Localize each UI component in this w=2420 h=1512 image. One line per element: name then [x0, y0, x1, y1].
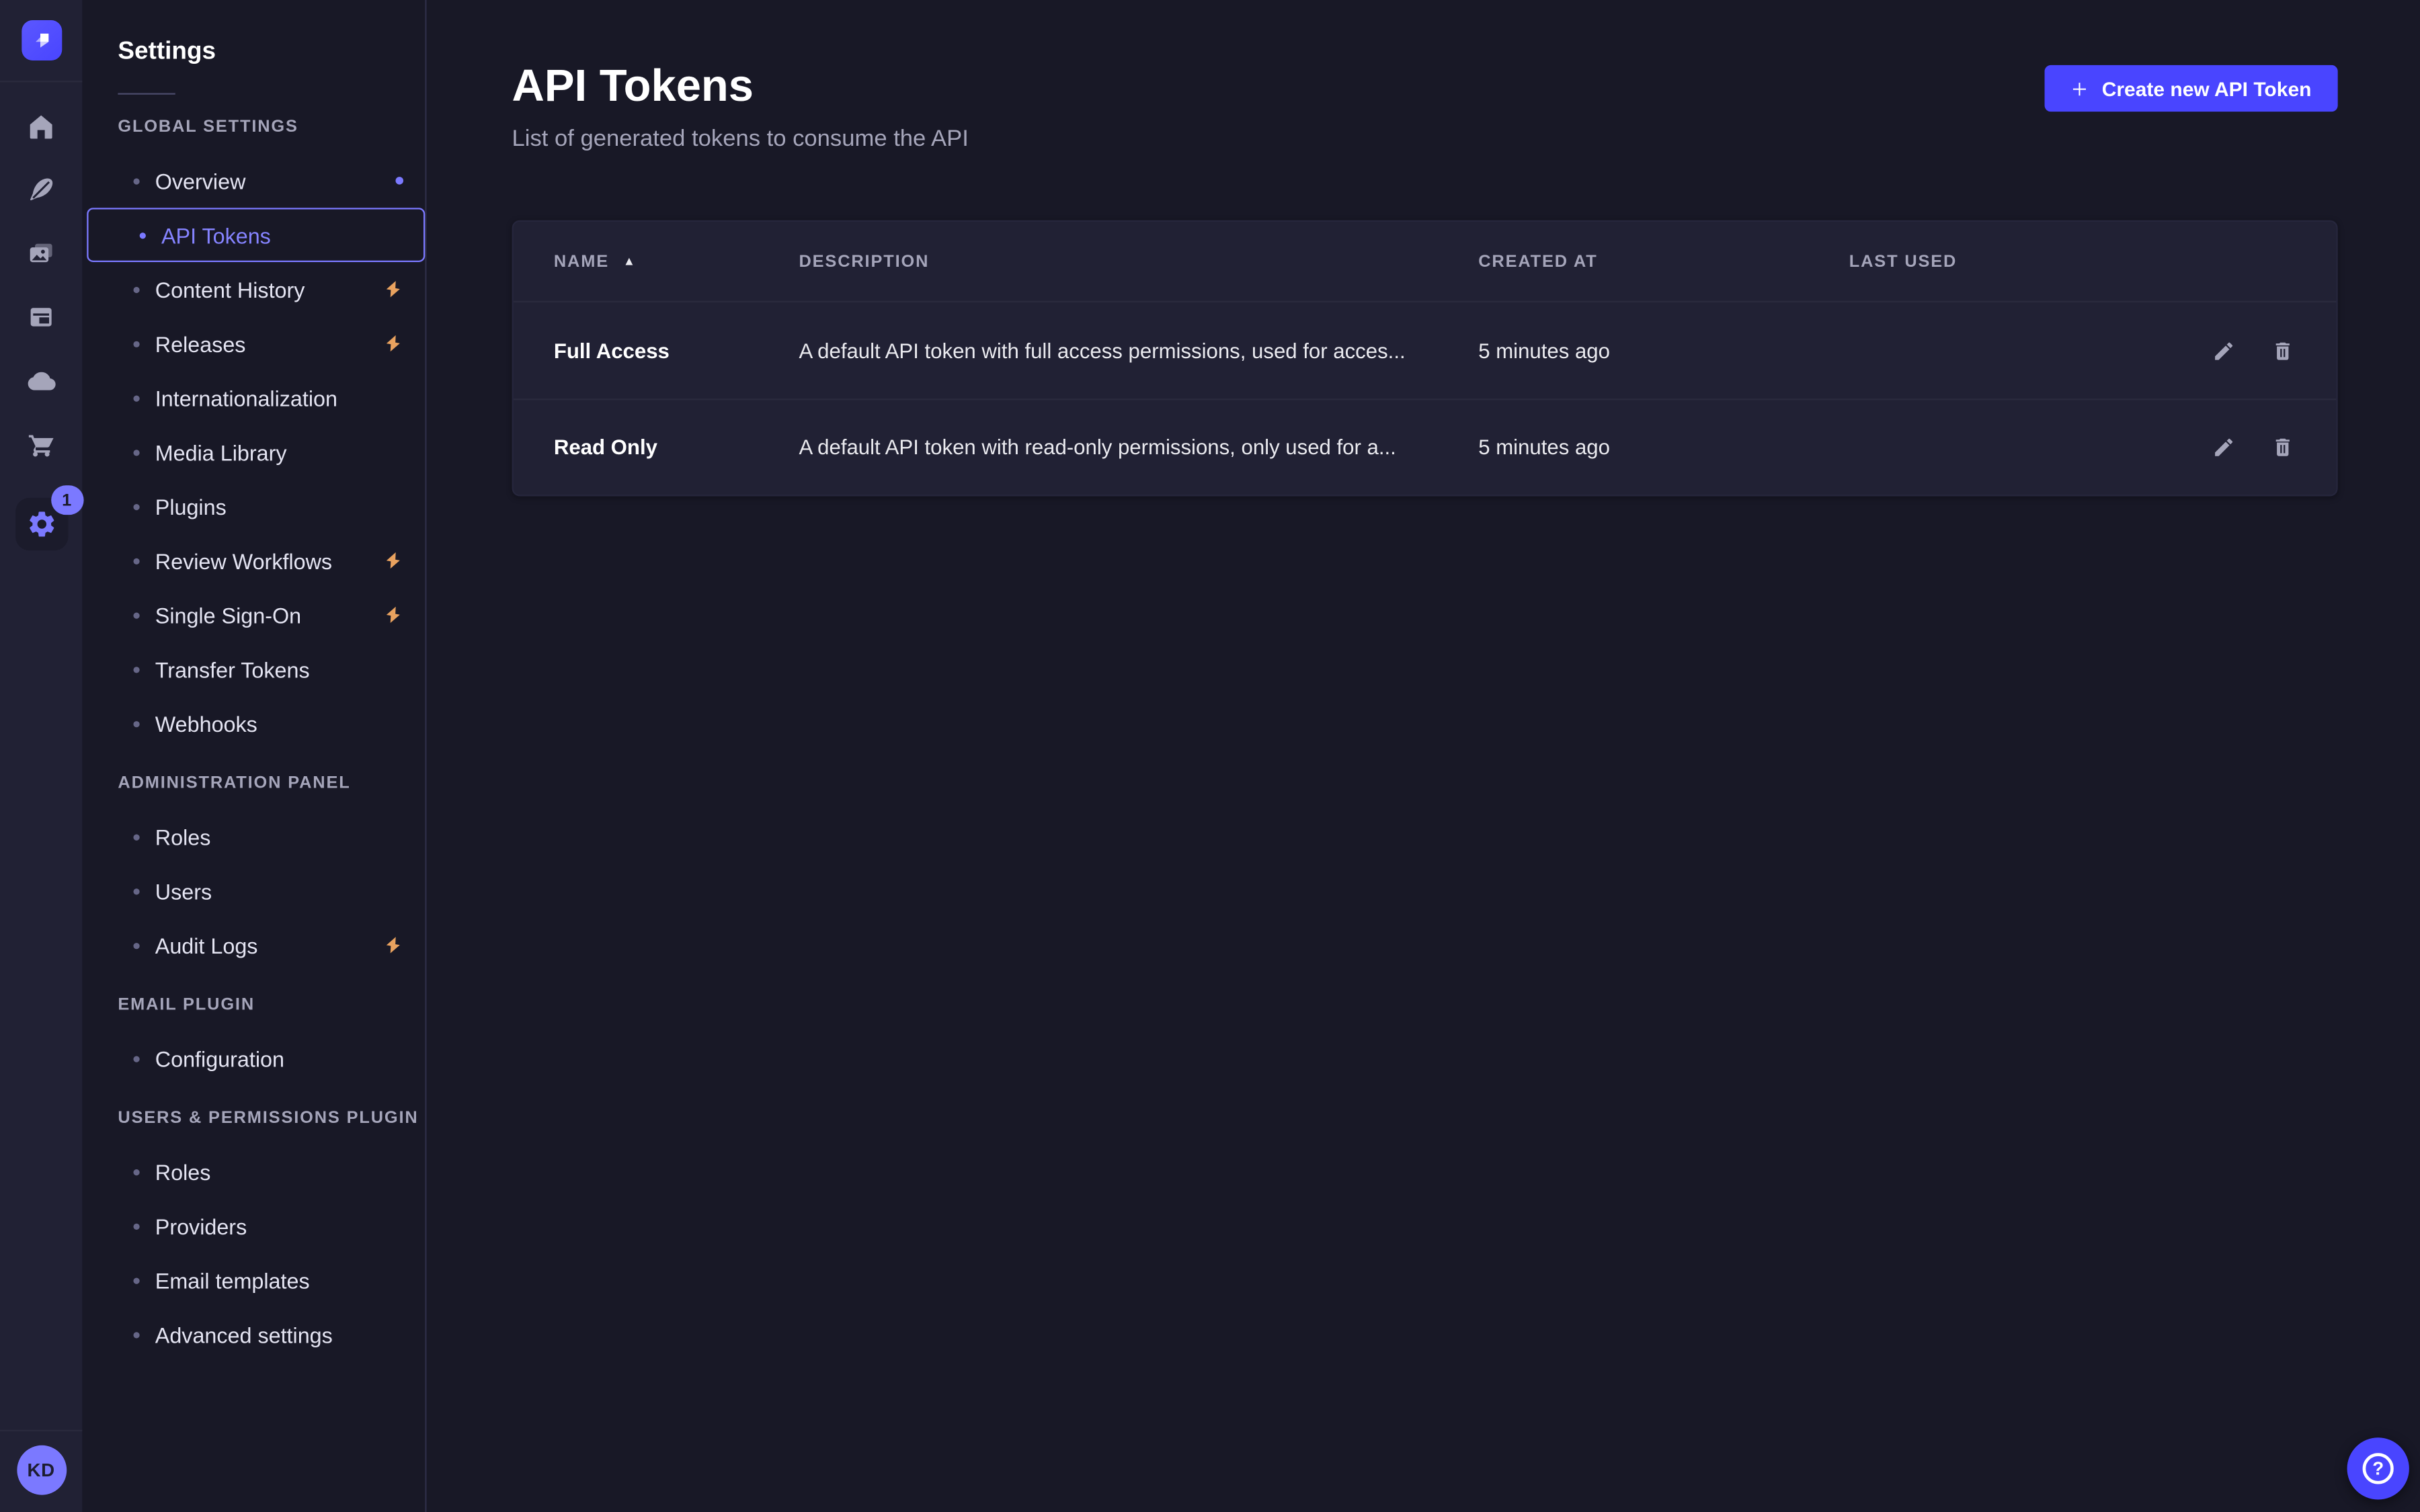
subnav-title: Settings: [82, 37, 425, 68]
column-header-name[interactable]: NAME ▲: [554, 252, 799, 271]
subnav-title-divider: [118, 93, 175, 94]
create-api-token-button[interactable]: Create new API Token: [2044, 65, 2337, 112]
bullet-icon: [133, 1223, 139, 1229]
sidebar-item-configuration[interactable]: Configuration: [82, 1032, 425, 1086]
bullet-icon: [133, 888, 139, 894]
sidebar-item-transfer-tokens[interactable]: Transfer Tokens: [82, 642, 425, 696]
sidebar-item-overview[interactable]: Overview: [82, 153, 425, 208]
token-name: Full Access: [554, 339, 799, 362]
bullet-icon: [133, 449, 139, 455]
marketplace-icon[interactable]: [15, 419, 67, 470]
settings-subnav: Settings GLOBAL SETTINGS Overview API To…: [82, 0, 426, 1512]
section-users-permissions-plugin: USERS & PERMISSIONS PLUGIN Roles Provide…: [82, 1109, 425, 1361]
logo-area: [0, 0, 82, 82]
column-header-description: DESCRIPTION: [799, 252, 1478, 271]
notifications-badge: 1: [50, 485, 83, 515]
column-header-created-at: CREATED AT: [1478, 252, 1849, 271]
sidebar-item-up-roles[interactable]: Roles: [82, 1144, 425, 1199]
section-label: GLOBAL SETTINGS: [82, 118, 425, 138]
bullet-icon: [133, 612, 139, 618]
bullet-icon: [133, 341, 139, 347]
avatar[interactable]: KD: [16, 1445, 66, 1495]
sidebar-item-releases[interactable]: Releases: [82, 317, 425, 371]
table-row[interactable]: Full Access A default API token with ful…: [514, 302, 2337, 398]
section-label: ADMINISTRATION PANEL: [82, 774, 425, 794]
section-label: USERS & PERMISSIONS PLUGIN: [82, 1109, 425, 1129]
table-header-row: NAME ▲ DESCRIPTION CREATED AT LAST USED: [514, 222, 2337, 302]
sidebar-item-providers[interactable]: Providers: [82, 1199, 425, 1253]
bullet-icon: [133, 1055, 139, 1061]
section-email-plugin: EMAIL PLUGIN Configuration: [82, 996, 425, 1086]
bullet-icon: [133, 720, 139, 726]
lightning-icon: [383, 935, 403, 956]
strapi-logo[interactable]: [21, 20, 61, 60]
delete-icon[interactable]: [2268, 433, 2296, 462]
help-icon: ?: [2363, 1453, 2394, 1484]
token-created-at: 5 minutes ago: [1478, 339, 1849, 362]
lightning-icon: [383, 279, 403, 299]
edit-icon[interactable]: [2209, 337, 2237, 365]
bullet-icon: [133, 833, 139, 839]
page-subtitle: List of generated tokens to consume the …: [512, 126, 969, 152]
bullet-icon: [140, 232, 146, 238]
sidebar-item-api-tokens[interactable]: API Tokens: [87, 208, 425, 262]
sidebar-item-plugins[interactable]: Plugins: [82, 479, 425, 534]
main-nav-rail: 1 KD: [0, 0, 82, 1512]
token-created-at: 5 minutes ago: [1478, 435, 1849, 459]
token-description: A default API token with read-only permi…: [799, 435, 1478, 459]
token-name: Read Only: [554, 435, 799, 459]
rail-divider: [0, 1430, 82, 1431]
help-button[interactable]: ?: [2347, 1437, 2409, 1499]
lightning-icon: [383, 333, 403, 353]
media-library-icon[interactable]: [15, 228, 67, 279]
bullet-icon: [133, 503, 139, 509]
sort-asc-icon[interactable]: ▲: [623, 254, 637, 268]
bullet-icon: [133, 1169, 139, 1175]
overview-notification-dot: [395, 177, 403, 185]
sidebar-item-review-workflows[interactable]: Review Workflows: [82, 534, 425, 588]
token-description: A default API token with full access per…: [799, 339, 1478, 362]
lightning-icon: [383, 550, 403, 571]
column-header-last-used: LAST USED: [1849, 252, 2144, 271]
strapi-logo-glyph: [29, 28, 54, 53]
lightning-icon: [383, 605, 403, 625]
rail-icon-list: 1: [15, 101, 67, 550]
sidebar-item-email-templates[interactable]: Email templates: [82, 1253, 425, 1308]
sidebar-item-single-sign-on[interactable]: Single Sign-On: [82, 588, 425, 642]
section-administration-panel: ADMINISTRATION PANEL Roles Users Audit L…: [82, 774, 425, 972]
content-manager-icon[interactable]: [15, 165, 67, 216]
sidebar-item-media-library[interactable]: Media Library: [82, 425, 425, 479]
sidebar-item-audit-logs[interactable]: Audit Logs: [82, 918, 425, 972]
api-tokens-table: NAME ▲ DESCRIPTION CREATED AT LAST USED …: [512, 220, 2338, 497]
settings-icon[interactable]: 1: [15, 498, 67, 550]
bullet-icon: [133, 286, 139, 292]
edit-icon[interactable]: [2209, 433, 2237, 462]
sidebar-item-webhooks[interactable]: Webhooks: [82, 696, 425, 751]
sidebar-item-content-history[interactable]: Content History: [82, 262, 425, 317]
bullet-icon: [133, 1277, 139, 1283]
sidebar-item-admin-roles[interactable]: Roles: [82, 810, 425, 864]
page-title: API Tokens: [512, 62, 969, 112]
bullet-icon: [133, 394, 139, 401]
sidebar-item-advanced-settings[interactable]: Advanced settings: [82, 1307, 425, 1361]
bullet-icon: [133, 942, 139, 948]
bullet-icon: [133, 666, 139, 672]
home-icon[interactable]: [15, 101, 67, 152]
sidebar-item-internationalization[interactable]: Internationalization: [82, 371, 425, 425]
main-content: API Tokens List of generated tokens to c…: [427, 0, 2420, 1512]
page-header: API Tokens List of generated tokens to c…: [427, 0, 2420, 152]
cloud-icon[interactable]: [15, 355, 67, 406]
content-type-builder-icon[interactable]: [15, 292, 67, 343]
bullet-icon: [133, 1331, 139, 1337]
sidebar-item-users[interactable]: Users: [82, 864, 425, 918]
bullet-icon: [133, 558, 139, 564]
delete-icon[interactable]: [2268, 337, 2296, 365]
section-global-settings: GLOBAL SETTINGS Overview API Tokens Cont…: [82, 118, 425, 751]
table-row[interactable]: Read Only A default API token with read-…: [514, 398, 2337, 495]
section-label: EMAIL PLUGIN: [82, 996, 425, 1016]
plus-icon: [2071, 80, 2088, 97]
app: 1 KD Settings GLOBAL SETTINGS Overview A…: [0, 0, 2420, 1512]
bullet-icon: [133, 177, 139, 183]
